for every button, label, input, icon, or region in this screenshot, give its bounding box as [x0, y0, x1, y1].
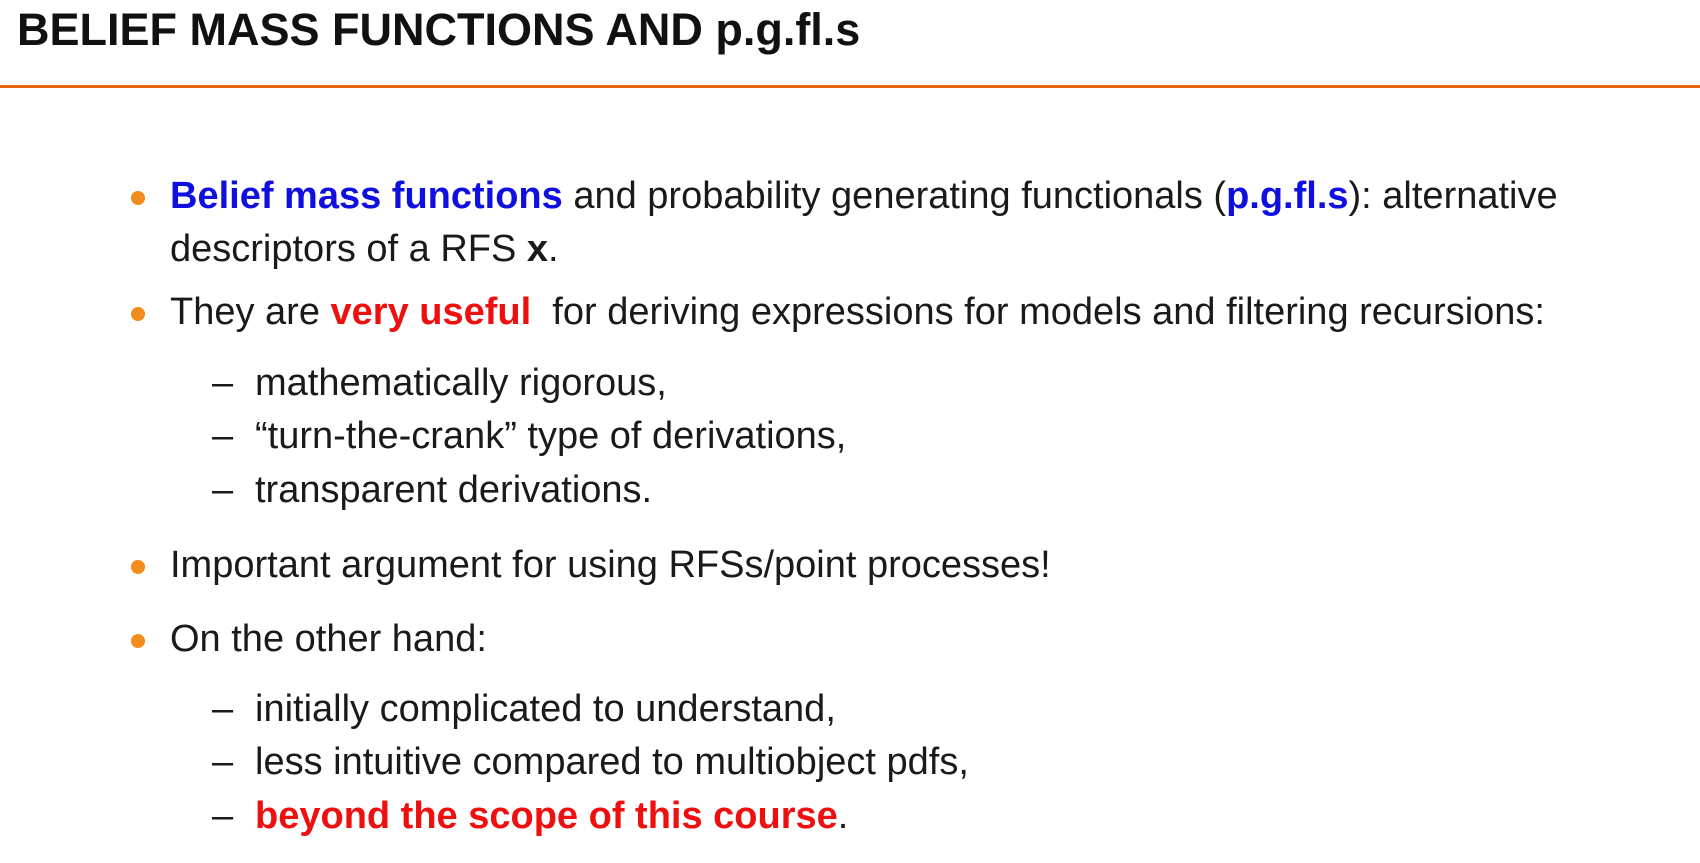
term-belief-mass-functions: Belief mass functions — [170, 175, 563, 217]
sub-item: – beyond the scope of this course. — [0, 789, 1700, 843]
sub-item: – “turn-the-crank” type of derivations, — [0, 409, 1700, 463]
slide-title: BELIEF MASS FUNCTIONS AND p.g.fl.s — [17, 4, 861, 55]
bullet-text-2: They are very useful for deriving expres… — [170, 286, 1670, 339]
dash-icon: – — [212, 415, 234, 457]
bullet-text-3: Important argument for using RFSs/point … — [170, 544, 1051, 586]
bullet-dot-icon — [131, 634, 145, 648]
dash-icon: – — [212, 469, 234, 511]
bullet-2-text-a: They are — [170, 291, 331, 333]
sub-item-text: transparent derivations. — [255, 469, 653, 511]
sub-item-text: initially complicated to understand, — [255, 688, 836, 730]
sub-item: – transparent derivations. — [0, 463, 1700, 517]
sub-item-text: beyond the scope of this course. — [255, 789, 848, 843]
dash-icon: – — [212, 362, 234, 404]
sub-item: – initially complicated to understand, — [0, 682, 1700, 736]
slide-header: BELIEF MASS FUNCTIONS AND p.g.fl.s — [0, 0, 1700, 88]
bullet-dot-icon — [131, 191, 145, 205]
sub-item-text: mathematically rigorous, — [255, 362, 667, 404]
bullet-1-text-a: and probability generating functionals ( — [562, 175, 1227, 217]
emph-very-useful: very useful — [330, 291, 532, 333]
bullet-1-text-c: . — [548, 228, 559, 270]
sub-item-text: “turn-the-crank” type of derivations, — [255, 415, 847, 457]
emph-beyond-scope: beyond the scope of this course — [255, 795, 838, 837]
sub-item: – less intuitive compared to multiobject… — [0, 735, 1700, 789]
bullet-2-text-b: for deriving expressions for models and … — [531, 291, 1545, 333]
bullet-dot-icon — [131, 560, 145, 574]
dash-icon: – — [212, 741, 234, 783]
sub-item-text: less intuitive compared to multiobject p… — [255, 741, 969, 783]
bullet-text-1: Belief mass functions and probability ge… — [170, 170, 1670, 276]
dash-icon: – — [212, 688, 234, 730]
sub-item: – mathematically rigorous, — [0, 356, 1700, 410]
bullet-text-4: On the other hand: — [170, 618, 487, 660]
variable-x: x — [526, 228, 549, 270]
sub-item-period: . — [837, 795, 849, 837]
term-pgfls: p.g.fl.s — [1226, 175, 1349, 217]
dash-icon: – — [212, 795, 234, 837]
bullet-dot-icon — [131, 307, 145, 321]
